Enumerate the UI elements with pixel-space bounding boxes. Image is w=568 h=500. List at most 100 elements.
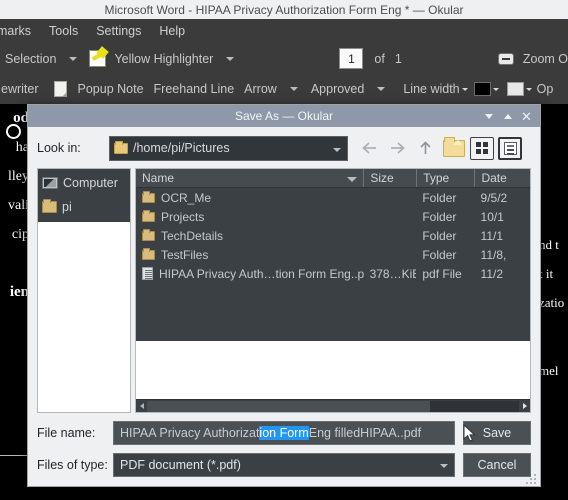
file-list-empty-area[interactable] xyxy=(136,341,530,399)
selection-tool-label[interactable]: Selection xyxy=(0,52,61,66)
list-view-button[interactable] xyxy=(469,136,495,160)
doc-frag-4: cip xyxy=(11,227,29,242)
highlighter-label[interactable]: Yellow Highlighter xyxy=(109,52,218,66)
places-sidebar[interactable]: Computer pi xyxy=(37,168,131,413)
arrow-tool-label[interactable]: Arrow xyxy=(239,82,282,96)
opacity-label[interactable]: Op xyxy=(532,82,559,96)
sidebar-item-label: Computer xyxy=(63,176,118,190)
fill-color-swatch[interactable] xyxy=(506,82,524,96)
scroll-right-button[interactable] xyxy=(519,400,530,413)
dialog-titlebar[interactable]: Save As — Okular ✕ xyxy=(28,105,540,127)
computer-icon xyxy=(42,177,58,189)
pdf-file-icon xyxy=(142,267,153,280)
approved-chevron-down-icon[interactable] xyxy=(377,87,386,91)
column-label: Type xyxy=(423,171,450,185)
places-list: Computer pi xyxy=(38,169,130,222)
cancel-button[interactable]: Cancel xyxy=(463,453,531,477)
scrollbar-thumb[interactable] xyxy=(147,400,430,412)
parent-directory-button[interactable] xyxy=(412,136,438,160)
scrollbar-track[interactable] xyxy=(147,400,519,412)
line-width-chevron-down-icon[interactable] xyxy=(461,87,468,91)
close-icon: ✕ xyxy=(521,108,532,124)
file-type-value: PDF document (*.pdf) xyxy=(120,458,241,472)
approved-stamp-label[interactable]: Approved xyxy=(306,82,370,96)
look-in-row: Look in: /home/pi/Pictures xyxy=(37,135,531,161)
new-folder-button[interactable] xyxy=(440,136,467,160)
popup-note-label[interactable]: Popup Note xyxy=(73,82,149,96)
resize-grip[interactable] xyxy=(526,474,538,486)
column-label: Name xyxy=(142,171,175,185)
save-button[interactable]: Save xyxy=(463,421,531,445)
table-row[interactable]: TechDetails Folder 11/1 xyxy=(136,226,530,245)
table-row[interactable]: Projects Folder 10/1 xyxy=(136,207,530,226)
file-type: pdf File xyxy=(422,266,462,281)
dialog-panes: Computer pi Name Size Type Date OCR_Me F… xyxy=(37,168,531,413)
app-titlebar: Microsoft Word - HIPAA Privacy Authoriza… xyxy=(0,0,568,19)
file-name: OCR_Me xyxy=(161,190,212,205)
file-name-input[interactable]: HIPAA Privacy Authorizat ion Form Eng fil… xyxy=(113,421,455,445)
list-view-icon xyxy=(470,136,494,160)
table-row[interactable]: TestFiles Folder 11/8, xyxy=(136,245,530,264)
file-date: 11/1 xyxy=(480,228,503,243)
line-color-chevron-down-icon[interactable] xyxy=(492,87,499,91)
page-of-label: of xyxy=(374,51,385,66)
highlighter-chevron-down-icon[interactable] xyxy=(226,56,235,61)
line-color-swatch[interactable] xyxy=(473,82,491,96)
chevron-down-icon[interactable] xyxy=(440,464,448,468)
detail-view-icon xyxy=(498,136,522,160)
close-button[interactable]: ✕ xyxy=(517,105,536,127)
column-header-size[interactable]: Size xyxy=(363,169,416,187)
dialog-body: Look in: /home/pi/Pictures Computer pi N… xyxy=(28,127,540,488)
forward-arrow-icon xyxy=(390,142,405,154)
toolbar-annotations: ewriter Popup Note Freehand Line Arrow A… xyxy=(0,74,568,104)
file-list-header: Name Size Type Date xyxy=(136,169,530,188)
column-header-name[interactable]: Name xyxy=(136,169,363,187)
doc-frag-5: ien xyxy=(9,284,29,300)
selection-chevron-down-icon[interactable] xyxy=(69,56,78,61)
file-type: Folder xyxy=(422,247,457,262)
chevron-up-icon xyxy=(503,113,512,119)
column-header-type[interactable]: Type xyxy=(416,169,474,187)
toolbar-primary: Selection Yellow Highlighter 1 of 1 Zoom… xyxy=(0,43,568,74)
detail-view-button[interactable] xyxy=(497,136,523,160)
maximize-button[interactable] xyxy=(498,105,517,127)
zoom-label[interactable]: Zoom O xyxy=(518,52,568,66)
note-icon[interactable] xyxy=(53,81,67,97)
table-row[interactable]: HIPAA Privacy Auth…tion Form Eng..pdf 37… xyxy=(136,264,530,283)
sidebar-item-computer[interactable]: Computer xyxy=(38,171,130,195)
menu-tools[interactable]: Tools xyxy=(40,21,87,41)
freehand-line-label[interactable]: Freehand Line xyxy=(149,82,240,96)
minimize-button[interactable] xyxy=(479,105,498,127)
table-row[interactable]: OCR_Me Folder 9/5/2 xyxy=(136,188,530,207)
forward-button[interactable] xyxy=(384,136,410,160)
file-type-label: Files of type: xyxy=(37,458,108,472)
look-in-value: /home/pi/Pictures xyxy=(133,141,230,155)
menu-bookmarks[interactable]: marks xyxy=(0,21,40,41)
menu-settings[interactable]: Settings xyxy=(87,21,150,41)
highlighter-icon[interactable] xyxy=(89,50,107,67)
folder-icon xyxy=(142,209,155,222)
arrow-chevron-down-icon[interactable] xyxy=(289,87,298,91)
zoom-out-icon[interactable] xyxy=(497,52,514,65)
typewriter-tool-label[interactable]: ewriter xyxy=(0,82,44,96)
file-name-row: File name: HIPAA Privacy Authorizat ion F… xyxy=(37,421,531,445)
sidebar-item-pi[interactable]: pi xyxy=(38,195,130,219)
file-type-combobox[interactable]: PDF document (*.pdf) xyxy=(113,453,455,477)
doc-frag-3: vali xyxy=(8,198,29,213)
file-name: TechDetails xyxy=(161,228,224,243)
chevron-down-icon[interactable] xyxy=(333,147,341,152)
column-label: Date xyxy=(481,171,507,185)
back-button[interactable] xyxy=(356,136,382,160)
menu-help[interactable]: Help xyxy=(150,21,194,41)
column-header-date[interactable]: Date xyxy=(474,169,530,187)
document-rule xyxy=(0,455,28,456)
file-name: TestFiles xyxy=(161,247,209,262)
look-in-combobox[interactable]: /home/pi/Pictures xyxy=(109,135,348,161)
file-list[interactable]: Name Size Type Date OCR_Me Folder 9/5/2 … xyxy=(135,168,531,413)
horizontal-scrollbar[interactable] xyxy=(136,399,530,412)
page-number-input[interactable]: 1 xyxy=(339,48,364,69)
file-type: Folder xyxy=(422,190,457,205)
scroll-left-button[interactable] xyxy=(136,400,147,413)
line-width-label[interactable]: Line width xyxy=(393,82,459,96)
file-list-rows: OCR_Me Folder 9/5/2 Projects Folder 10/1 xyxy=(136,188,530,341)
